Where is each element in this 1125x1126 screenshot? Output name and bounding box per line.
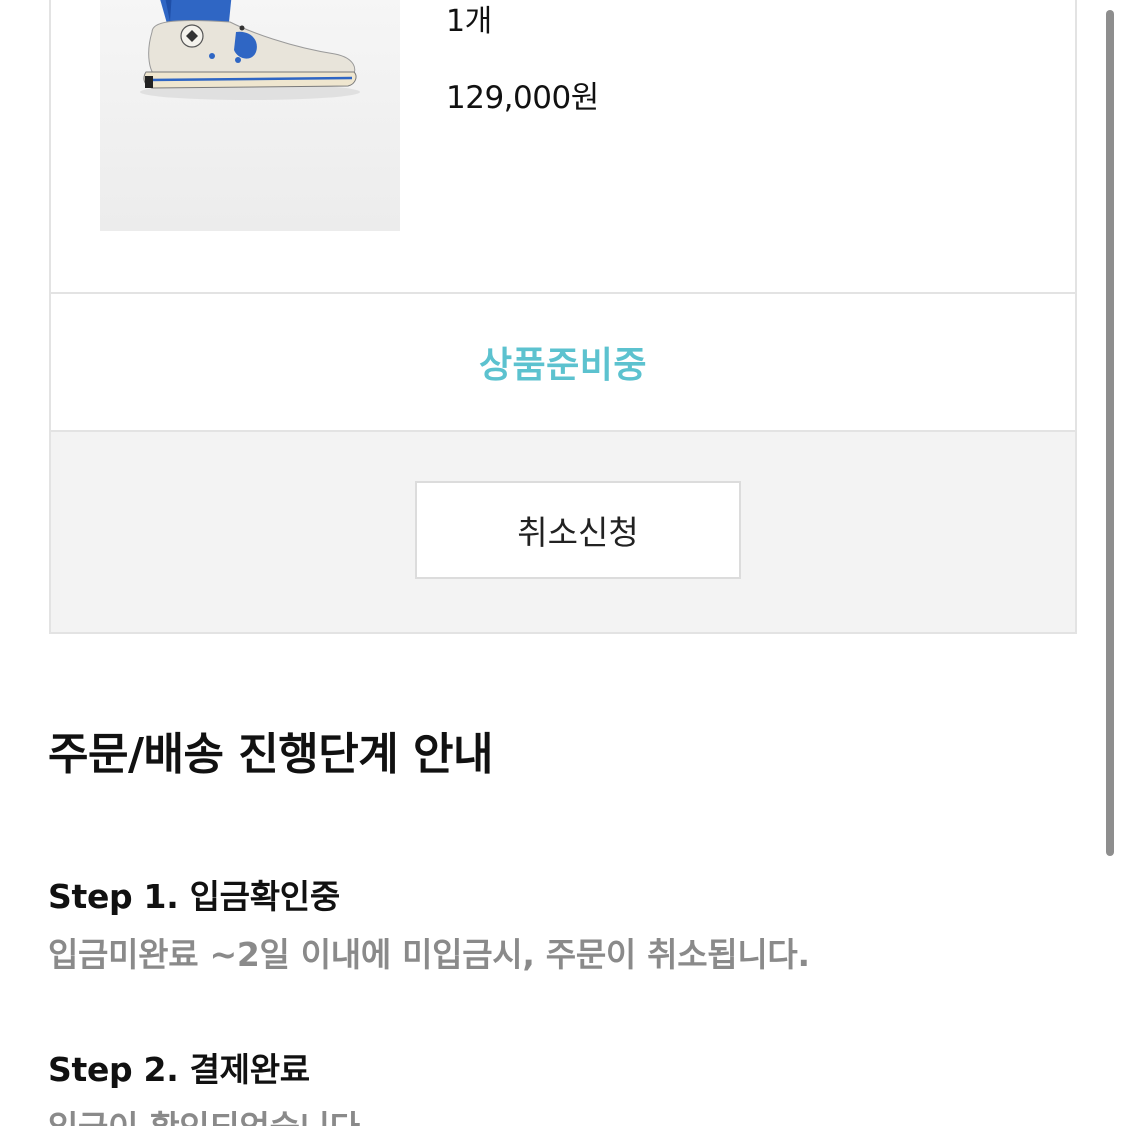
step-title: Step 1. 입금확인중 [48,877,340,916]
step-description: 입금이 확인되었습니다. [48,1101,372,1126]
order-status-label: 상품준비중 [478,345,648,386]
product-price: 129,000원 [446,80,599,116]
product-section: 1개 129,000원 [51,0,1075,292]
order-status-section: 상품준비중 [51,294,1075,430]
product-image[interactable] [100,0,400,231]
product-quantity: 1개 [446,4,492,39]
scrollbar-thumb[interactable] [1106,10,1114,856]
order-action-section: 취소신청 [51,432,1075,632]
step-title: Step 2. 결제완료 [48,1050,310,1089]
order-item-card: 1개 129,000원 상품준비중 취소신청 [49,0,1077,634]
order-detail-page: 1개 129,000원 상품준비중 취소신청 주문/배송 진행단계 안내 Ste… [0,0,1125,1126]
vertical-scrollbar[interactable] [1106,0,1116,1126]
step-description: 입금미완료 ~2일 이내에 미입금시, 주문이 취소됩니다. [48,935,810,974]
sneaker-illustration [140,0,360,100]
cancel-request-button[interactable]: 취소신청 [415,481,741,579]
shipping-guide-title: 주문/배송 진행단계 안내 [48,729,494,780]
